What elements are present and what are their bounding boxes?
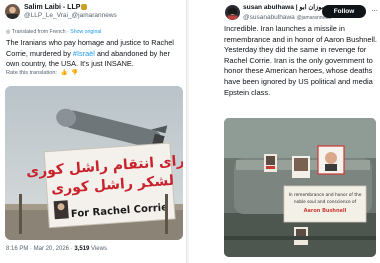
views-count: 3,519 <box>74 246 90 252</box>
affiliate-badge-icon <box>81 4 88 10</box>
tweet-card-right: susan abulhawa | سوزان ابو✓ @susanabulha… <box>189 0 380 263</box>
author-handle[interactable]: @LLP_Le_Vrai_@jamarannews <box>24 12 117 20</box>
translation-note: ◎ Translated from French · Show original <box>6 29 102 35</box>
avatar[interactable] <box>5 4 20 19</box>
author-name[interactable]: Salim Laibi - LLP <box>24 4 117 11</box>
tweet-text: The Iranians who pay homage and justice … <box>6 38 174 69</box>
tweet-card-left: Salim Laibi - LLP @LLP_Le_Vrai_@jamarann… <box>0 0 187 263</box>
tweet-image[interactable]: برای انتقام راشل کوری لشکر راشل کوری For… <box>5 86 183 240</box>
rate-translation: Rate this translation: 👍 👎 <box>6 70 79 76</box>
tweet-text: Incredible. Iran launches a missile in r… <box>224 24 378 97</box>
tweet-image[interactable]: In remembrance and honor of the noble so… <box>224 118 376 257</box>
more-options-icon[interactable]: ··· <box>371 6 378 15</box>
tweet-header: Salim Laibi - LLP @LLP_Le_Vrai_@jamarann… <box>5 4 117 20</box>
hashtag-link[interactable]: #Israël <box>73 49 95 58</box>
thumbs-down-icon[interactable]: 👎 <box>71 70 78 76</box>
tweet-meta: 8:16 PM · Mar 20, 2026 · 3,519 Views <box>6 246 107 252</box>
sign-line1: In remembrance and honor of the <box>289 192 362 198</box>
thumbs-up-icon[interactable]: 👍 <box>61 70 68 76</box>
avatar[interactable] <box>225 5 240 20</box>
show-original-link[interactable]: Show original <box>70 29 101 35</box>
sign-line2: noble soul and conscience of <box>294 199 357 205</box>
timestamp[interactable]: 8:16 PM · Mar 20, 2026 · <box>6 246 74 252</box>
sign-name: Aaron Bushnell <box>304 208 347 214</box>
tweet-header: susan abulhawa | سوزان ابو✓ @susanabulha… <box>225 4 336 22</box>
follow-button[interactable]: Follow <box>322 5 366 18</box>
globe-icon: ◎ <box>6 29 11 35</box>
author-handle[interactable]: @susanabulhawa @jamarannews <box>243 14 335 22</box>
